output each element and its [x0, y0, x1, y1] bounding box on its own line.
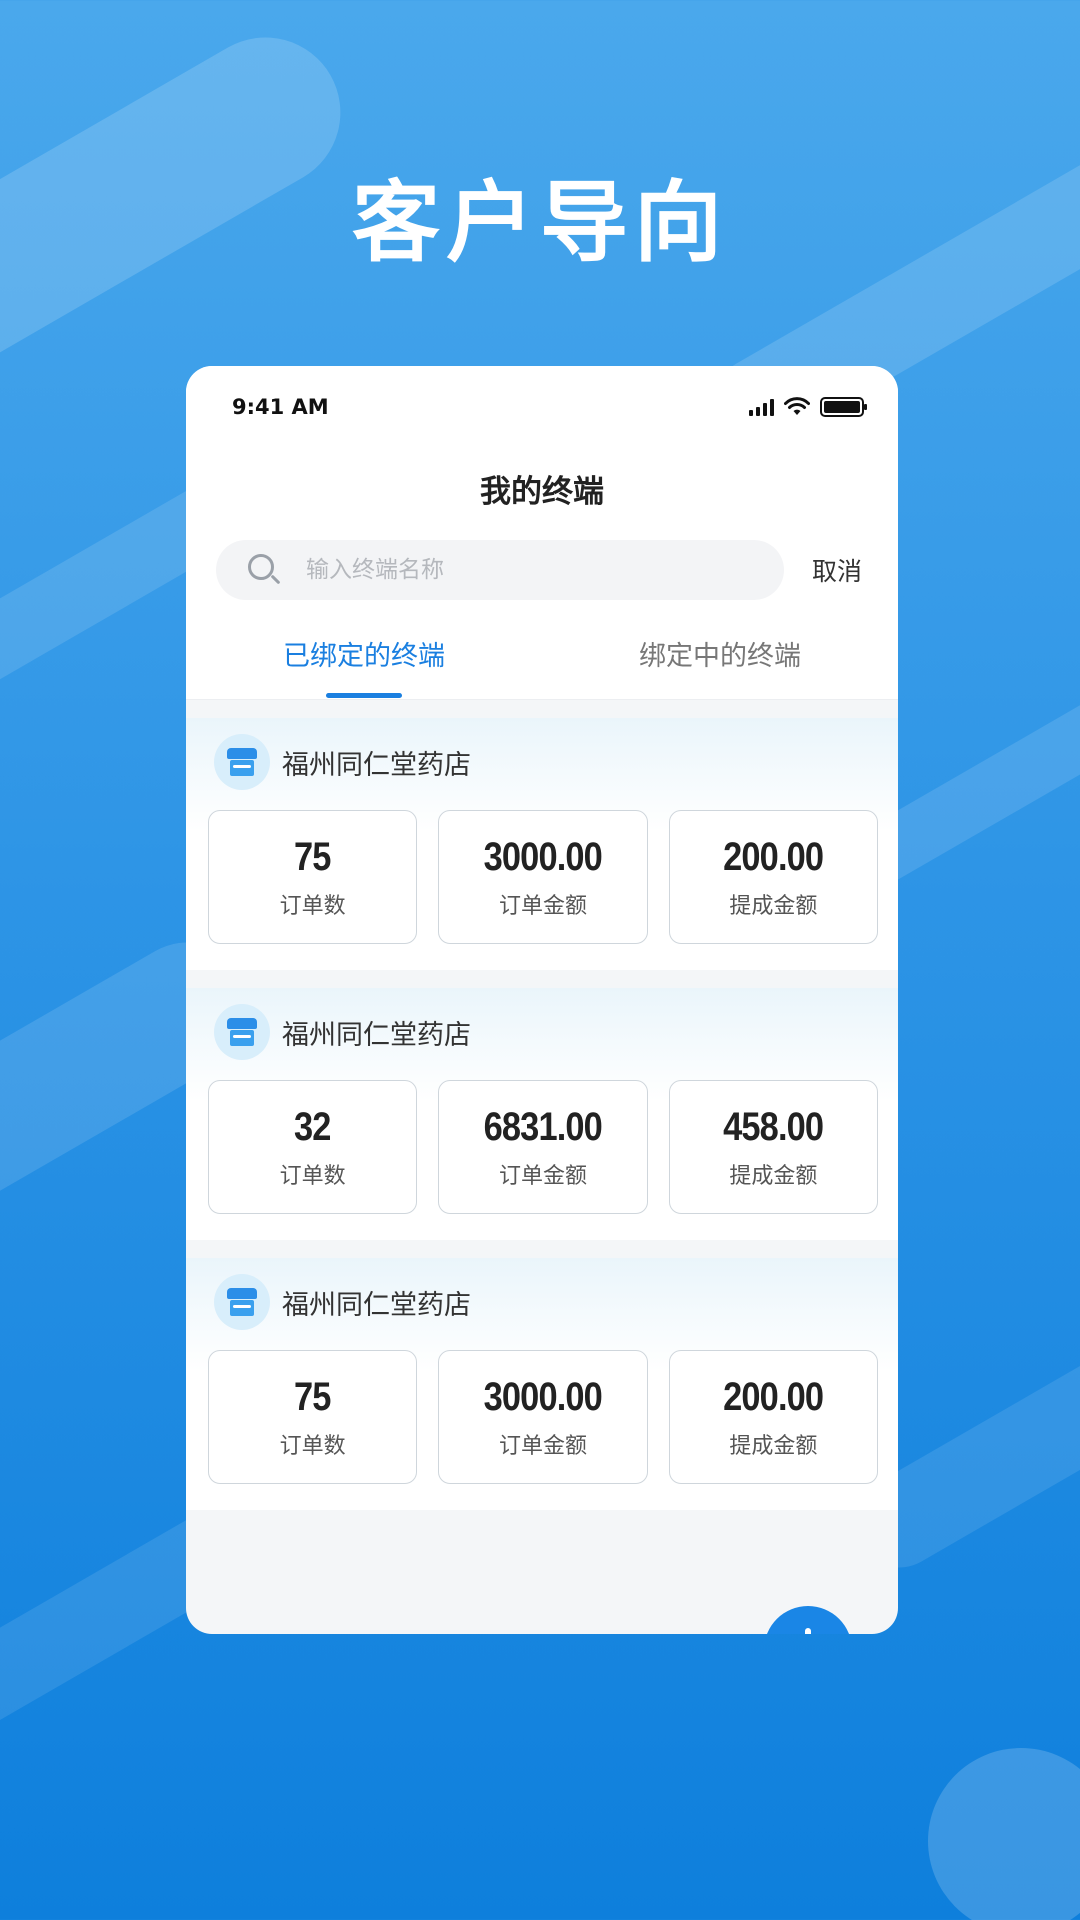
stat-label: 订单金额 [498, 1163, 587, 1189]
stat-label: 订单金额 [498, 1433, 587, 1459]
store-name: 福州同仁堂药店 [282, 1289, 471, 1321]
order-amount-box[interactable]: 6831.00 订单金额 [438, 1080, 648, 1214]
commission-amount-box[interactable]: 200.00 提成金额 [668, 1350, 878, 1484]
stat-value: 32 [294, 1104, 331, 1149]
page-title: 我的终端 [480, 474, 604, 510]
store-card[interactable]: 福州同仁堂药店 75 订单数 3000.00 订单金额 200.00 提成金额 [186, 1258, 898, 1510]
store-card[interactable]: 福州同仁堂药店 32 订单数 6831.00 订单金额 458.00 提成金额 [186, 988, 898, 1240]
stat-value: 458.00 [723, 1104, 824, 1149]
order-count-box[interactable]: 32 订单数 [208, 1080, 418, 1214]
store-stats: 75 订单数 3000.00 订单金额 200.00 提成金额 [208, 810, 878, 944]
stat-label: 提成金额 [729, 1433, 818, 1459]
store-icon [227, 1288, 257, 1316]
battery-icon [820, 397, 867, 417]
cellular-signal-icon [749, 398, 774, 416]
search-row: 取消 [216, 540, 870, 600]
stat-label: 订单数 [279, 1163, 346, 1189]
store-header: 福州同仁堂药店 [214, 734, 471, 790]
store-icon [227, 748, 257, 776]
fab-icon [805, 1628, 811, 1634]
store-stats: 32 订单数 6831.00 订单金额 458.00 提成金额 [208, 1080, 878, 1214]
commission-amount-box[interactable]: 200.00 提成金额 [668, 810, 878, 944]
stat-value: 6831.00 [483, 1104, 603, 1149]
tab-binding-terminals[interactable]: 绑定中的终端 [542, 634, 898, 700]
store-stats: 75 订单数 3000.00 订单金额 200.00 提成金额 [208, 1350, 878, 1484]
order-amount-box[interactable]: 3000.00 订单金额 [438, 1350, 648, 1484]
cancel-button[interactable]: 取消 [812, 552, 862, 588]
search-icon [246, 552, 282, 588]
store-avatar [214, 1004, 270, 1060]
store-name: 福州同仁堂药店 [282, 749, 471, 781]
floating-action-button[interactable] [764, 1606, 852, 1634]
store-avatar [214, 734, 270, 790]
status-time: 9:41 AM [232, 395, 329, 419]
stat-label: 订单数 [279, 1433, 346, 1459]
search-input[interactable] [306, 557, 746, 583]
stat-value: 3000.00 [483, 1374, 603, 1419]
hero-title: 客户导向 [351, 171, 728, 274]
tab-bound-terminals[interactable]: 已绑定的终端 [186, 634, 542, 700]
store-icon [227, 1018, 257, 1046]
app-header: 9:41 AM 我的终端 取消 [186, 366, 898, 700]
active-tab-indicator [326, 693, 402, 698]
wifi-icon [784, 397, 810, 415]
commission-amount-box[interactable]: 458.00 提成金额 [668, 1080, 878, 1214]
store-avatar [214, 1274, 270, 1330]
order-count-box[interactable]: 75 订单数 [208, 810, 418, 944]
order-amount-box[interactable]: 3000.00 订单金额 [438, 810, 648, 944]
decorative-circle [928, 1748, 1080, 1920]
stat-value: 200.00 [723, 1374, 824, 1419]
status-bar: 9:41 AM [232, 392, 867, 422]
stat-value: 200.00 [723, 834, 824, 879]
stat-label: 提成金额 [729, 1163, 818, 1189]
order-count-box[interactable]: 75 订单数 [208, 1350, 418, 1484]
stat-value: 75 [294, 1374, 331, 1419]
stat-value: 75 [294, 834, 331, 879]
store-header: 福州同仁堂药店 [214, 1004, 471, 1060]
phone-screen: 9:41 AM 我的终端 取消 [186, 366, 898, 1634]
search-box[interactable] [216, 540, 784, 600]
stat-value: 3000.00 [483, 834, 603, 879]
store-name: 福州同仁堂药店 [282, 1019, 471, 1051]
tab-bar: 已绑定的终端 绑定中的终端 [186, 634, 898, 700]
stat-label: 订单金额 [498, 893, 587, 919]
store-card[interactable]: 福州同仁堂药店 75 订单数 3000.00 订单金额 200.00 提成金额 [186, 718, 898, 970]
tab-label: 绑定中的终端 [639, 641, 801, 672]
stat-label: 订单数 [279, 893, 346, 919]
store-list: 福州同仁堂药店 75 订单数 3000.00 订单金额 200.00 提成金额 [186, 718, 898, 1528]
store-header: 福州同仁堂药店 [214, 1274, 471, 1330]
status-icons [749, 397, 867, 417]
stat-label: 提成金额 [729, 893, 818, 919]
tab-label: 已绑定的终端 [283, 641, 445, 672]
